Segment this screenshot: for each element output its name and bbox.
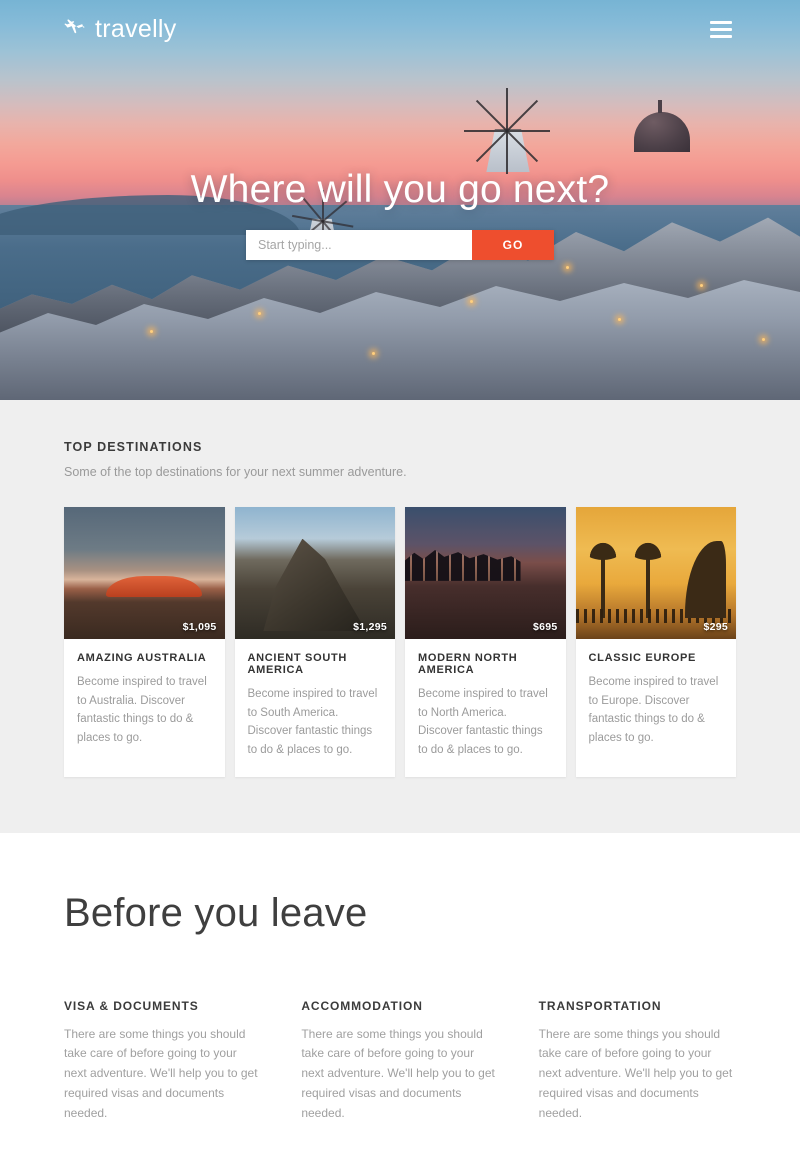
machu-picchu-photo bbox=[234, 507, 395, 639]
column-title: TRANSPORTATION bbox=[538, 998, 662, 1013]
search-go-button[interactable]: GO bbox=[472, 230, 554, 260]
column-description: There are some things you should take ca… bbox=[301, 1026, 495, 1121]
destination-card[interactable]: $695 MODERN NORTH AMERICA Become inspire… bbox=[405, 507, 566, 777]
card-image: $1,295 bbox=[234, 507, 395, 639]
hero-street-lamp bbox=[470, 300, 473, 303]
hero-title: Where will you go next? bbox=[190, 168, 610, 211]
destination-card[interactable]: $1,295 ANCIENT SOUTH AMERICA Become insp… bbox=[234, 507, 396, 777]
search-input[interactable] bbox=[246, 230, 472, 260]
hero-street-lamp bbox=[566, 266, 569, 269]
hamburger-menu-icon[interactable] bbox=[706, 17, 736, 42]
menu-line bbox=[710, 34, 732, 38]
brand-logo[interactable]: travelly bbox=[64, 15, 177, 44]
section-title: TOP DESTINATIONS bbox=[64, 440, 203, 454]
column-title: ACCOMMODATION bbox=[301, 998, 423, 1013]
hero-street-lamp bbox=[258, 312, 261, 315]
card-image: $1,095 bbox=[64, 507, 225, 639]
info-column: ACCOMMODATION There are some things you … bbox=[301, 999, 498, 1125]
hero-content: Where will you go next? GO bbox=[0, 168, 800, 260]
card-price-badge: $1,295 bbox=[353, 621, 387, 633]
column-title: VISA & DOCUMENTS bbox=[64, 998, 199, 1013]
info-column: VISA & DOCUMENTS There are some things y… bbox=[64, 999, 261, 1125]
card-title: MODERN NORTH AMERICA bbox=[418, 652, 518, 676]
menu-line bbox=[710, 20, 732, 24]
brand-name: travelly bbox=[95, 14, 177, 43]
barcelona-beach-photo bbox=[575, 507, 736, 639]
menu-line bbox=[710, 27, 732, 31]
uluru-sunset-photo bbox=[64, 507, 225, 639]
top-navigation-bar: travelly bbox=[0, 0, 800, 58]
hero-street-lamp bbox=[150, 330, 153, 333]
card-body: AMAZING AUSTRALIA Become inspired to tra… bbox=[64, 639, 225, 765]
top-destinations-section: TOP DESTINATIONS Some of the top destina… bbox=[0, 400, 800, 833]
before-you-leave-section: Before you leave VISA & DOCUMENTS There … bbox=[0, 832, 800, 1125]
newsletter-section: GET HOTTEST DEALS TO YOUR INBOX SUBSCRIB… bbox=[0, 1124, 800, 1159]
card-image: $295 bbox=[575, 507, 736, 639]
hero-banner: travelly Where will you go next? GO bbox=[0, 0, 800, 400]
hero-search-form: GO bbox=[246, 230, 554, 260]
before-you-leave-columns: VISA & DOCUMENTS There are some things y… bbox=[64, 999, 736, 1125]
destination-card[interactable]: $295 CLASSIC EUROPE Become inspired to t… bbox=[575, 507, 737, 777]
card-body: ANCIENT SOUTH AMERICA Become inspired to… bbox=[235, 639, 396, 777]
before-you-leave-heading: Before you leave bbox=[64, 890, 368, 935]
palm-tree-silhouette bbox=[627, 533, 670, 618]
card-title: AMAZING AUSTRALIA bbox=[77, 652, 207, 664]
card-description: Become inspired to travel to South Ameri… bbox=[247, 688, 378, 756]
hero-street-lamp bbox=[372, 352, 375, 355]
info-column: TRANSPORTATION There are some things you… bbox=[539, 999, 736, 1125]
card-image: $695 bbox=[405, 507, 566, 639]
destination-card-list: $1,095 AMAZING AUSTRALIA Become inspired… bbox=[64, 507, 736, 777]
card-price-badge: $1,095 bbox=[182, 621, 217, 633]
card-description: Become inspired to travel to North Ameri… bbox=[418, 688, 548, 756]
hero-street-lamp bbox=[762, 338, 765, 341]
card-title: ANCIENT SOUTH AMERICA bbox=[247, 652, 348, 676]
card-price-badge: $295 bbox=[703, 621, 728, 633]
section-subtitle: Some of the top destinations for your ne… bbox=[64, 465, 407, 479]
hero-street-lamp bbox=[700, 284, 703, 287]
card-description: Become inspired to travel to Australia. … bbox=[77, 676, 207, 744]
new-york-skyline-photo bbox=[405, 507, 566, 639]
card-body: CLASSIC EUROPE Become inspired to travel… bbox=[576, 639, 737, 765]
column-description: There are some things you should take ca… bbox=[538, 1026, 733, 1121]
card-price-badge: $695 bbox=[532, 621, 558, 633]
column-description: There are some things you should take ca… bbox=[64, 1026, 258, 1121]
card-description: Become inspired to travel to Europe. Dis… bbox=[588, 676, 719, 744]
palm-tree-silhouette bbox=[582, 533, 625, 618]
card-body: MODERN NORTH AMERICA Become inspired to … bbox=[405, 639, 566, 777]
airplane-icon bbox=[64, 16, 86, 43]
hero-street-lamp bbox=[618, 318, 621, 321]
destination-card[interactable]: $1,095 AMAZING AUSTRALIA Become inspired… bbox=[64, 507, 225, 777]
card-title: CLASSIC EUROPE bbox=[588, 652, 697, 664]
